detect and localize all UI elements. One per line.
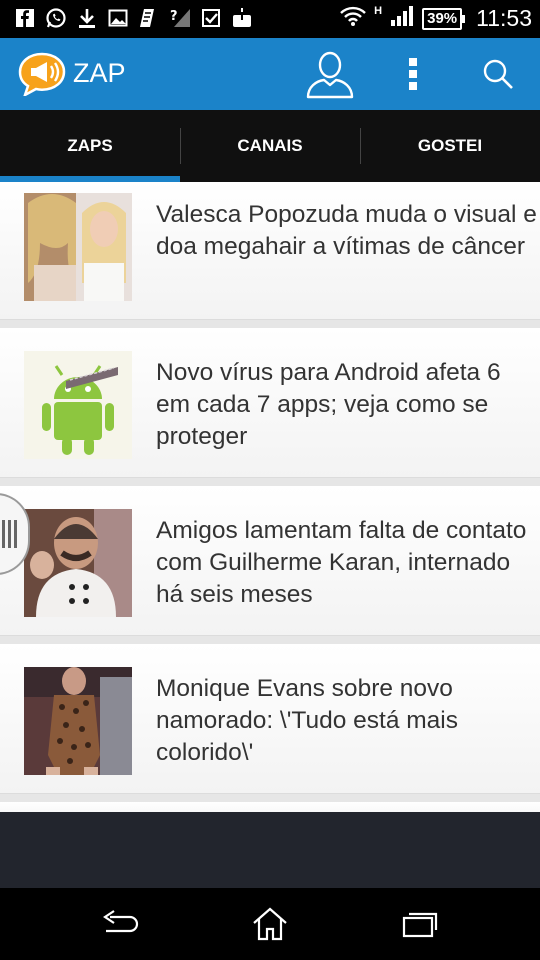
- cell-signal-icon: [390, 5, 414, 32]
- grip-line: [1, 520, 5, 548]
- article-headline: Monique Evans sobre novo namorado: \'Tud…: [156, 675, 459, 766]
- status-bar: ? H 39% 11:53: [0, 0, 540, 38]
- article-headline: Novo vírus para Android afeta 6 em cada …: [156, 359, 501, 450]
- tab-label: ZAPS: [67, 136, 113, 155]
- upload-icon: [231, 6, 253, 30]
- tab-gostei[interactable]: GOSTEI: [360, 110, 540, 182]
- article-headline: Valesca Popozuda muda o visual e doa meg…: [156, 201, 537, 260]
- wifi-icon: [340, 5, 367, 32]
- svg-text:?: ?: [170, 9, 178, 24]
- search-icon: [483, 59, 513, 89]
- list-item[interactable]: Amigos lamentam falta de contato com Gui…: [0, 486, 540, 636]
- grip-line: [7, 520, 11, 548]
- list-item[interactable]: Valesca Popozuda muda o visual e doa meg…: [0, 182, 540, 320]
- overflow-menu-button[interactable]: [398, 38, 428, 110]
- list-item-partial: [0, 802, 540, 812]
- navigation-bar: [0, 888, 540, 960]
- clock: 11:53: [476, 5, 532, 31]
- image-icon: [107, 6, 129, 30]
- whatsapp-icon: [45, 6, 67, 30]
- download-icon: [76, 6, 98, 30]
- tab-canais[interactable]: CANAIS: [180, 110, 360, 182]
- system-status: H 39% 11:53: [340, 5, 532, 32]
- article-thumbnail: [24, 351, 132, 459]
- list-item[interactable]: Novo vírus para Android afeta 6 em cada …: [0, 328, 540, 478]
- zap-logo: [18, 52, 66, 98]
- profile-button[interactable]: [300, 38, 360, 110]
- notification-icons: ?: [14, 6, 253, 30]
- home-button[interactable]: [230, 888, 310, 960]
- article-thumbnail: [24, 193, 132, 301]
- grip-line: [13, 520, 17, 548]
- news-feed[interactable]: Valesca Popozuda muda o visual e doa meg…: [0, 182, 540, 812]
- battery-indicator: 39%: [422, 7, 466, 30]
- app-notification-icon: [138, 6, 160, 30]
- footer-area: [0, 812, 540, 888]
- list-item[interactable]: Monique Evans sobre novo namorado: \'Tud…: [0, 644, 540, 794]
- checkbox-icon: [200, 6, 222, 30]
- back-button[interactable]: [80, 888, 160, 960]
- tab-label: CANAIS: [237, 136, 303, 155]
- recent-apps-button[interactable]: [380, 888, 460, 960]
- article-thumbnail: [24, 667, 132, 775]
- article-thumbnail: [24, 509, 132, 617]
- tab-zaps[interactable]: ZAPS: [0, 110, 180, 182]
- app-title: ZAP: [73, 58, 126, 88]
- more-vert-icon: [409, 58, 417, 90]
- network-type: H: [374, 5, 383, 17]
- back-icon: [103, 910, 139, 933]
- search-button[interactable]: [474, 38, 522, 110]
- article-headline: Amigos lamentam falta de contato com Gui…: [156, 517, 527, 608]
- app-bar: ZAP: [0, 38, 540, 110]
- facebook-icon: [14, 6, 36, 30]
- home-icon: [253, 907, 287, 941]
- user-icon: [306, 51, 354, 99]
- signal-unknown-icon: ?: [169, 6, 191, 30]
- tab-bar: ZAPS CANAIS GOSTEI: [0, 110, 540, 182]
- recent-apps-icon: [402, 912, 438, 938]
- tab-label: GOSTEI: [417, 136, 483, 155]
